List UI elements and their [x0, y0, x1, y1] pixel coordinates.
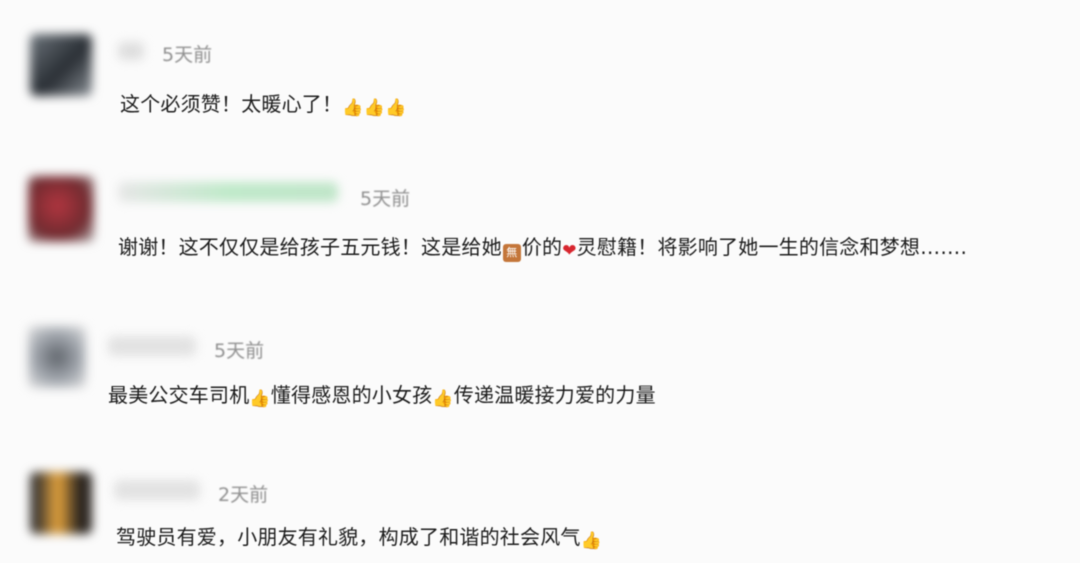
comment-text-part: 价的: [521, 235, 563, 259]
comment-timestamp: 5天前: [360, 188, 411, 210]
comment-text-part: 这个必须赞！太暖心了！: [120, 92, 343, 116]
username-blurred[interactable]: [118, 182, 338, 202]
avatar[interactable]: [28, 326, 86, 388]
comment-text-part: 谢谢！这不仅仅是给孩子五元钱！这是给她: [118, 235, 502, 259]
comment-list: 5天前 这个必须赞！太暖心了！👍👍👍 5天前 谢谢！这不仅仅是给孩子五元钱！这是…: [0, 0, 1080, 563]
thumbs-up-icon: 👍: [363, 98, 385, 118]
thumbs-up-icon: 👍: [384, 98, 407, 118]
avatar[interactable]: [28, 176, 94, 242]
comment-timestamp: 2天前: [218, 484, 269, 506]
comment-text: 驾驶员有爱，小朋友有礼貌，构成了和谐的社会风气👍: [116, 521, 602, 550]
thumbs-up-icon: 👍: [342, 98, 364, 118]
username-blurred[interactable]: [114, 480, 200, 500]
no-symbol-box-icon: 無: [502, 244, 521, 262]
thumbs-up-icon: 👍: [580, 531, 602, 551]
comment-timestamp: 5天前: [162, 44, 213, 66]
comment-timestamp: 5天前: [214, 340, 265, 362]
thumbs-up-icon: 👍: [432, 389, 454, 409]
comment-text: 这个必须赞！太暖心了！👍👍👍: [120, 88, 406, 117]
comment-text-part: 最美公交车司机: [108, 383, 250, 407]
username-blurred[interactable]: [118, 42, 144, 60]
avatar[interactable]: [30, 472, 92, 534]
comment-text-part: 驾驶员有爱，小朋友有礼貌，构成了和谐的社会风气: [116, 525, 581, 549]
comment-text-part: 传递温暖接力爱的力量: [453, 383, 656, 407]
heart-icon: ❤: [562, 241, 577, 261]
comment-text: 最美公交车司机👍懂得感恩的小女孩👍传递温暖接力爱的力量: [108, 379, 656, 408]
thumbs-up-icon: 👍: [249, 389, 271, 409]
avatar[interactable]: [30, 34, 92, 96]
comment-text: 谢谢！这不仅仅是给孩子五元钱！这是给她無价的❤灵慰籍！将影响了她一生的信念和梦想…: [118, 231, 967, 262]
username-blurred[interactable]: [108, 336, 196, 356]
comment-text-part: 懂得感恩的小女孩: [270, 383, 433, 407]
comment-text-part: 灵慰籍！将影响了她一生的信念和梦想…….: [576, 235, 968, 259]
